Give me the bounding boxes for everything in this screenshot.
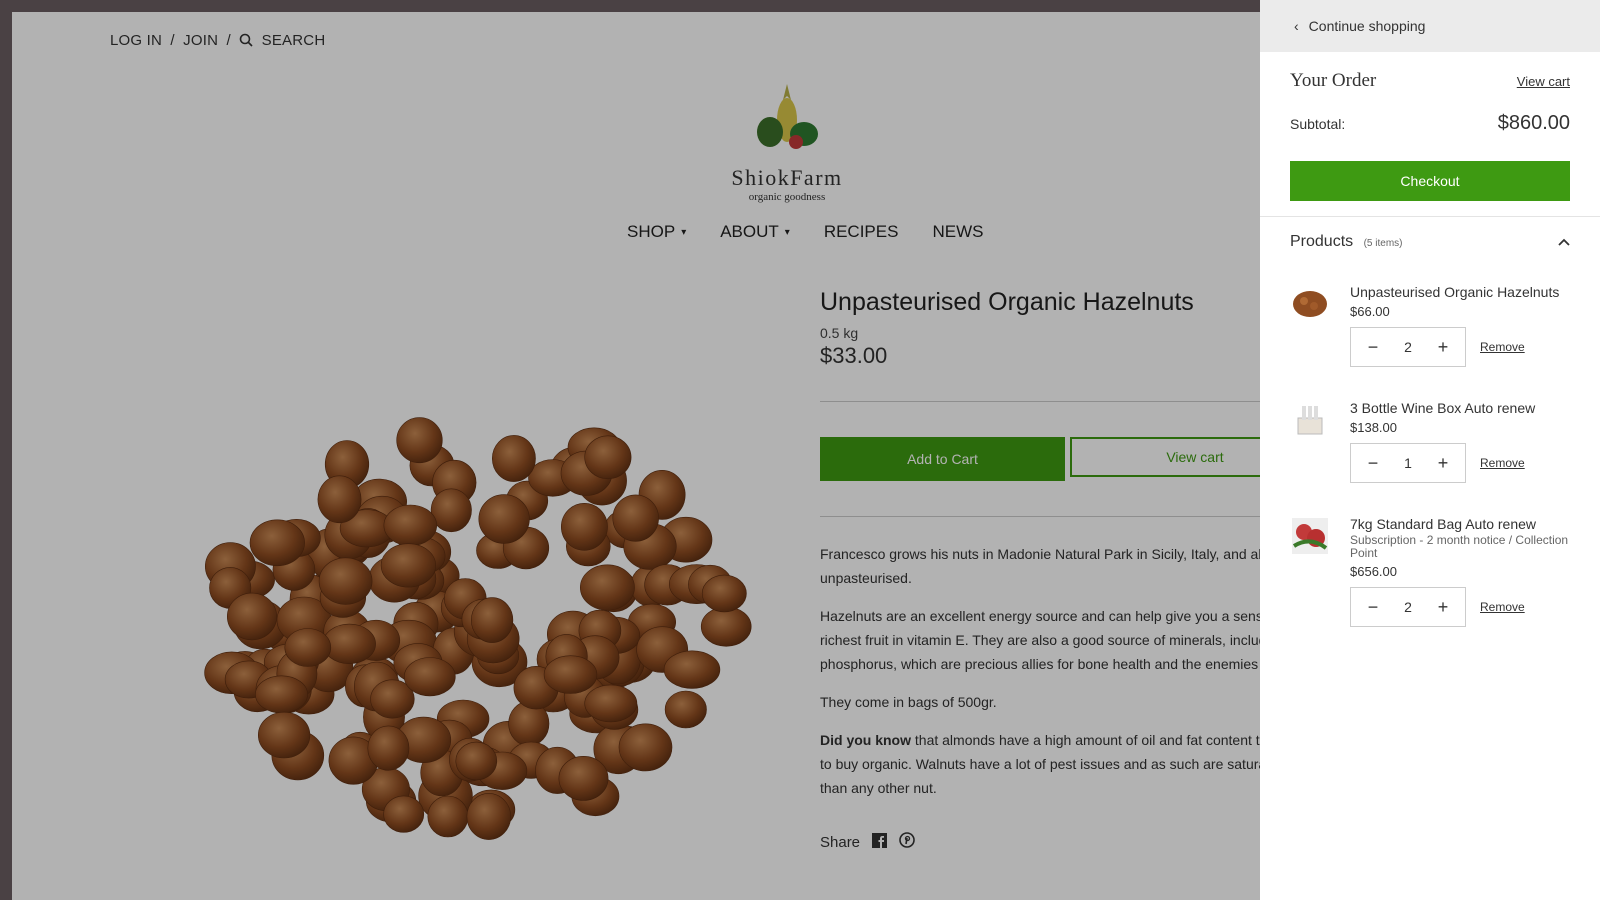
chevron-left-icon: ‹ — [1294, 18, 1299, 34]
remove-link[interactable]: Remove — [1480, 456, 1525, 470]
quantity-stepper: − 1 + — [1350, 443, 1466, 483]
remove-link[interactable]: Remove — [1480, 600, 1525, 614]
remove-link[interactable]: Remove — [1480, 340, 1525, 354]
hazelnuts-thumbnail[interactable] — [1290, 284, 1330, 324]
drawer-view-cart-link[interactable]: View cart — [1517, 74, 1570, 89]
quantity-stepper: − 2 + — [1350, 587, 1466, 627]
continue-shopping-label: Continue shopping — [1308, 18, 1426, 34]
chevron-up-icon — [1558, 233, 1570, 251]
order-title: Your Order — [1290, 70, 1377, 91]
cart-item-name[interactable]: 3 Bottle Wine Box Auto renew — [1350, 400, 1570, 416]
cart-item-price: $138.00 — [1350, 420, 1397, 435]
plus-icon[interactable]: + — [1430, 337, 1456, 358]
minus-icon[interactable]: − — [1360, 597, 1386, 618]
cart-item-subscription: Subscription - 2 month notice / Collecti… — [1350, 533, 1569, 560]
divider — [1260, 216, 1600, 217]
subtotal-value: $860.00 — [1497, 112, 1570, 134]
plus-icon[interactable]: + — [1430, 453, 1456, 474]
subtotal-row: Subtotal: $860.00 — [1290, 112, 1570, 135]
continue-shopping-link[interactable]: ‹ Continue shopping — [1260, 0, 1600, 52]
products-title: Products — [1290, 233, 1354, 250]
quantity-value[interactable]: 2 — [1404, 339, 1412, 355]
cart-item-name[interactable]: Unpasteurised Organic Hazelnuts — [1350, 284, 1570, 300]
checkout-button[interactable]: Checkout — [1290, 161, 1570, 201]
minus-icon[interactable]: − — [1360, 337, 1386, 358]
products-count: (5 items) — [1363, 238, 1403, 249]
cart-item-price: $656.00 — [1350, 564, 1397, 579]
cart-item-name[interactable]: 7kg Standard Bag Auto renew — [1350, 516, 1570, 532]
subtotal-label: Subtotal: — [1290, 115, 1346, 132]
wine-box-thumbnail[interactable] — [1290, 400, 1330, 440]
cart-drawer: ‹ Continue shopping Your Order View cart… — [1260, 0, 1600, 900]
produce-bag-thumbnail[interactable] — [1290, 516, 1330, 556]
minus-icon[interactable]: − — [1360, 453, 1386, 474]
quantity-stepper: − 2 + — [1350, 327, 1466, 367]
quantity-value[interactable]: 1 — [1404, 455, 1412, 471]
order-header: Your Order View cart — [1290, 70, 1570, 92]
plus-icon[interactable]: + — [1430, 597, 1456, 618]
products-toggle[interactable]: Products (5 items) — [1290, 233, 1570, 251]
quantity-value[interactable]: 2 — [1404, 599, 1412, 615]
cart-item-price: $66.00 — [1350, 304, 1390, 319]
